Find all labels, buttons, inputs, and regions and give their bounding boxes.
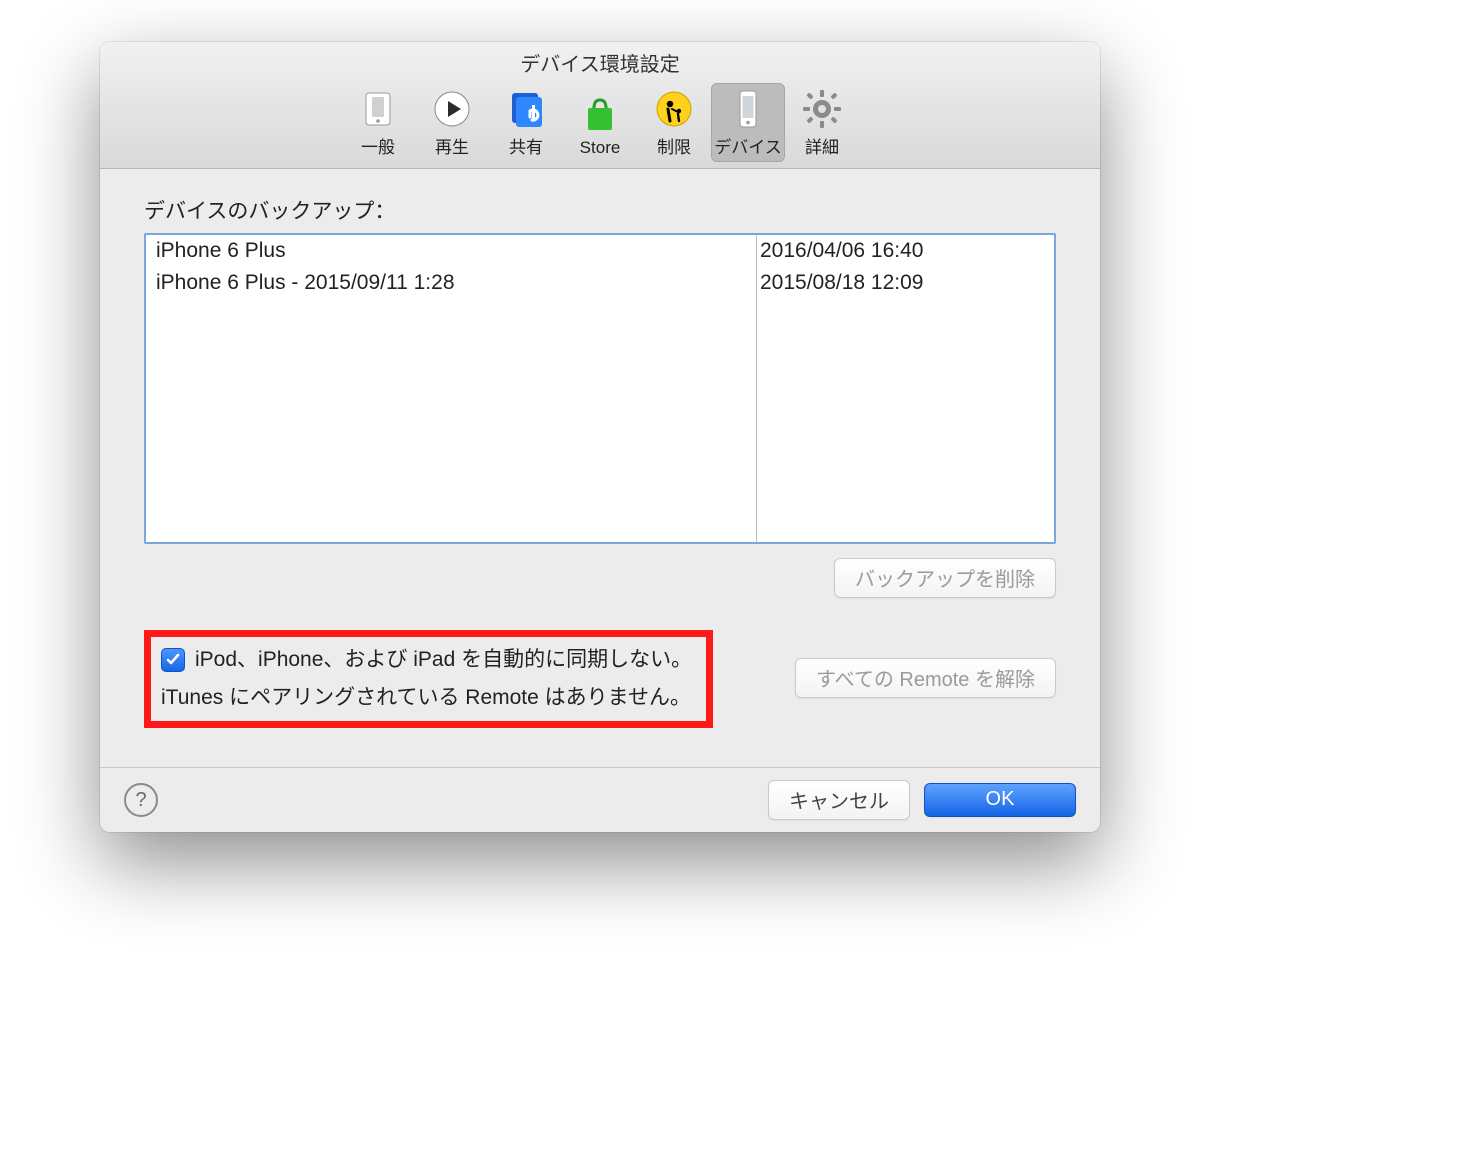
tab-label: 共有	[509, 133, 543, 158]
parental-icon	[652, 87, 696, 131]
backup-name: iPhone 6 Plus	[156, 235, 746, 267]
advanced-icon	[800, 87, 844, 131]
table-row[interactable]: iPhone 6 Plus 2016/04/06 16:40	[146, 235, 1054, 267]
tab-label: デバイス	[714, 133, 782, 158]
remote-pairing-note: iTunes にペアリングされている Remote はありません。	[161, 681, 692, 711]
backup-date: 2015/08/18 12:09	[746, 267, 1044, 299]
no-auto-sync-checkbox[interactable]	[161, 648, 185, 672]
ok-button[interactable]: OK	[924, 783, 1076, 817]
tab-store[interactable]: Store	[563, 88, 637, 162]
cancel-button[interactable]: キャンセル	[768, 780, 910, 820]
no-auto-sync-label: iPod、iPhone、および iPad を自動的に同期しない。	[195, 645, 692, 675]
help-button[interactable]: ?	[124, 783, 158, 817]
tab-label: Store	[580, 138, 621, 158]
window-title: デバイス環境設定	[100, 48, 1100, 77]
tab-label: 一般	[361, 133, 395, 158]
tab-label: 制限	[657, 133, 691, 158]
column-separator	[756, 235, 757, 542]
tab-parental[interactable]: 制限	[637, 83, 711, 162]
backup-name: iPhone 6 Plus - 2015/09/11 1:28	[156, 267, 746, 299]
tab-sharing[interactable]: 共有	[489, 83, 563, 162]
footer: ? キャンセル OK	[100, 767, 1100, 832]
sharing-icon	[504, 87, 548, 131]
tab-playback[interactable]: 再生	[415, 83, 489, 162]
tab-label: 詳細	[805, 133, 839, 158]
titlebar: デバイス環境設定 一般	[100, 42, 1100, 169]
tab-devices[interactable]: デバイス	[711, 83, 785, 162]
table-row[interactable]: iPhone 6 Plus - 2015/09/11 1:28 2015/08/…	[146, 267, 1054, 299]
content: デバイスのバックアップ： iPhone 6 Plus 2016/04/06 16…	[100, 169, 1100, 728]
devices-icon	[726, 87, 770, 131]
preferences-window: デバイス環境設定 一般	[100, 42, 1100, 832]
store-icon	[578, 92, 622, 136]
tab-general[interactable]: 一般	[341, 83, 415, 162]
backup-list[interactable]: iPhone 6 Plus 2016/04/06 16:40 iPhone 6 …	[144, 233, 1056, 544]
tab-advanced[interactable]: 詳細	[785, 83, 859, 162]
backups-label: デバイスのバックアップ：	[144, 195, 1056, 225]
highlight-annotation: iPod、iPhone、および iPad を自動的に同期しない。 iTunes …	[144, 630, 713, 728]
toolbar: 一般 再生	[100, 83, 1100, 168]
backup-date: 2016/04/06 16:40	[746, 235, 1044, 267]
delete-backup-button[interactable]: バックアップを削除	[834, 558, 1056, 598]
general-icon	[356, 87, 400, 131]
tab-label: 再生	[435, 133, 469, 158]
playback-icon	[430, 87, 474, 131]
remove-all-remotes-button[interactable]: すべての Remote を解除	[795, 658, 1056, 698]
